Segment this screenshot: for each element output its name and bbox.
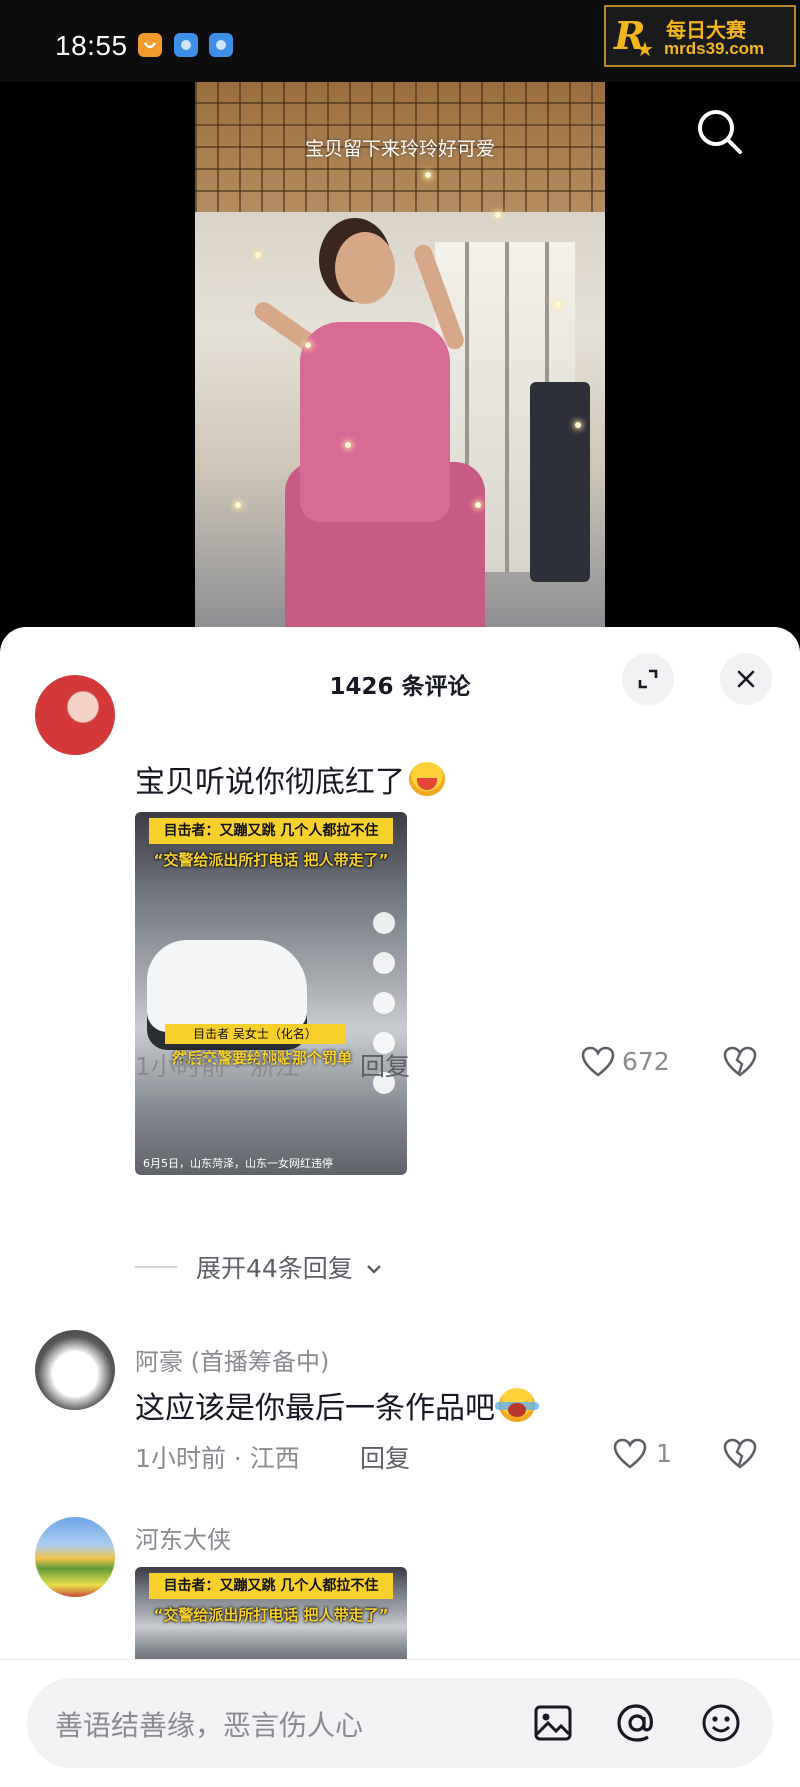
commenter-name[interactable]: 阿豪 (首播筹备中) bbox=[135, 1342, 329, 1377]
comment-text: 这应该是你最后一条作品吧 bbox=[135, 1383, 539, 1427]
taobao-notification-icon bbox=[138, 33, 162, 57]
mention-at-icon[interactable] bbox=[614, 1700, 660, 1746]
chevron-down-icon bbox=[366, 1265, 381, 1274]
commenter-name[interactable]: 河东大侠 bbox=[135, 1520, 231, 1555]
image-icon[interactable] bbox=[530, 1700, 576, 1746]
commenter-avatar[interactable] bbox=[35, 1517, 115, 1597]
star-icon: ★ bbox=[636, 37, 654, 61]
comment-input[interactable]: 善语结善缘，恶言伤人心 bbox=[27, 1678, 773, 1768]
image-subheadline: “交警给派出所打电话 把人带走了” bbox=[153, 1606, 389, 1624]
image-footer: 6月5日，山东菏泽，山东一女网红违停 bbox=[143, 1157, 333, 1170]
watermark-url: mrds39.com bbox=[664, 39, 765, 58]
expand-icon bbox=[638, 669, 658, 689]
laughing-face-emoji-icon bbox=[409, 762, 445, 796]
comment-image-attachment[interactable]: 目击者：又蹦又跳 几个人都拉不住 “交警给派出所打电话 把人带走了” bbox=[135, 1567, 407, 1667]
like-count: 1 bbox=[656, 1439, 672, 1468]
comment-input-bar: 善语结善缘，恶言伤人心 bbox=[0, 1659, 800, 1787]
close-sheet-button[interactable] bbox=[720, 653, 772, 705]
expand-replies-button[interactable]: 展开44条回复 bbox=[196, 1249, 383, 1285]
dislike-broken-heart-icon[interactable] bbox=[722, 1437, 758, 1471]
like-count: 672 bbox=[622, 1047, 670, 1076]
reply-button[interactable]: 回复 bbox=[360, 1439, 410, 1475]
cloud-app-notification-icon bbox=[209, 33, 233, 57]
image-caption-tag: 目击者 吴女士（化名） bbox=[165, 1024, 345, 1044]
image-subheadline: “交警给派出所打电话 把人带走了” bbox=[153, 851, 389, 869]
search-button[interactable] bbox=[690, 102, 750, 162]
video-player[interactable]: 宝贝留下来玲玲好可爱 bbox=[0, 82, 800, 632]
video-frame: 宝贝留下来玲玲好可爱 bbox=[195, 82, 605, 632]
close-icon bbox=[737, 670, 755, 688]
like-heart-icon[interactable] bbox=[580, 1045, 616, 1079]
crying-face-emoji-icon bbox=[495, 1388, 539, 1422]
comment-image-attachment[interactable]: 目击者：又蹦又跳 几个人都拉不住 “交警给派出所打电话 把人带走了” 目击者 吴… bbox=[135, 812, 407, 1175]
comment-text: 宝贝听说你彻底红了 bbox=[135, 757, 445, 801]
status-time: 18:55 bbox=[55, 30, 128, 61]
image-headline: 目击者：又蹦又跳 几个人都拉不住 bbox=[149, 1573, 393, 1599]
image-headline: 目击者：又蹦又跳 几个人都拉不住 bbox=[149, 818, 393, 844]
dislike-broken-heart-icon[interactable] bbox=[722, 1045, 758, 1079]
commenter-avatar[interactable] bbox=[35, 1330, 115, 1410]
status-bar: 18:55 R ★ 每日大赛 mrds39.com bbox=[0, 0, 800, 82]
emoji-icon[interactable] bbox=[698, 1700, 744, 1746]
cloud-app-notification-icon bbox=[174, 33, 198, 57]
commenter-avatar[interactable] bbox=[35, 675, 115, 755]
comment-time-location: 1小时前 · 浙江 bbox=[135, 1052, 300, 1081]
like-heart-icon[interactable] bbox=[612, 1437, 648, 1471]
comments-sheet: 1426 条评论 宝贝听说你彻底红了 目击者：又蹦又跳 几个人都拉不住 “交警给… bbox=[0, 627, 800, 1787]
reply-button[interactable]: 回复 bbox=[360, 1047, 410, 1083]
expand-sheet-button[interactable] bbox=[622, 653, 674, 705]
comments-count-title: 1426 条评论 bbox=[329, 674, 471, 700]
video-caption: 宝贝留下来玲玲好可爱 bbox=[304, 138, 495, 160]
site-watermark-logo: R ★ 每日大赛 mrds39.com bbox=[604, 5, 796, 67]
comment-time-location: 1小时前 · 江西 bbox=[135, 1444, 300, 1473]
search-icon bbox=[698, 110, 742, 154]
comment-input-placeholder: 善语结善缘，恶言伤人心 bbox=[55, 1709, 364, 1742]
